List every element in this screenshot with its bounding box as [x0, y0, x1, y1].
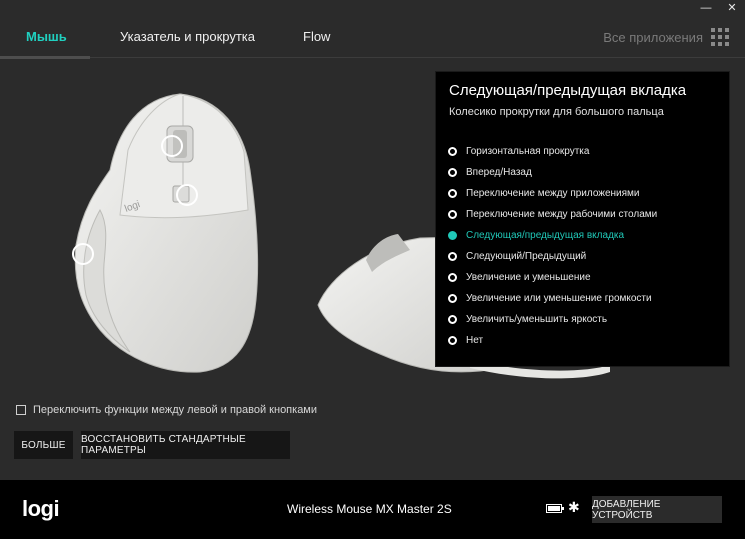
- tab-mouse[interactable]: Мышь: [26, 29, 67, 44]
- radio-icon: [448, 146, 457, 156]
- battery-level: [548, 506, 560, 511]
- swap-buttons-setting[interactable]: Переключить функции между левой и правой…: [16, 404, 317, 416]
- option-brightness[interactable]: Увеличить/уменьшить яркость: [448, 311, 607, 327]
- option-none[interactable]: Нет: [448, 332, 483, 348]
- option-app-switch[interactable]: Переключение между приложениями: [448, 185, 640, 201]
- radio-icon: [448, 251, 457, 261]
- option-forward-back[interactable]: Вперед/Назад: [448, 164, 532, 180]
- radio-icon: [448, 167, 457, 177]
- logi-logo: logi: [22, 496, 60, 521]
- device-name[interactable]: Wireless Mouse MX Master 2S: [287, 502, 452, 516]
- option-volume[interactable]: Увеличение или уменьшение громкости: [448, 290, 652, 306]
- apps-grid-icon[interactable]: [711, 28, 729, 46]
- active-tab-indicator: [0, 56, 90, 59]
- swap-buttons-label: Переключить функции между левой и правой…: [33, 404, 318, 416]
- add-devices-button[interactable]: ДОБАВЛЕНИЕ УСТРОЙСТВ: [592, 496, 722, 523]
- radio-icon: [448, 188, 457, 198]
- radio-selected-icon: [448, 230, 457, 240]
- top-navigation: Мышь Указатель и прокрутка Flow Все прил…: [0, 0, 745, 59]
- option-next-prev-tab[interactable]: Следующая/предыдущая вкладка: [448, 227, 624, 243]
- radio-icon: [448, 314, 457, 324]
- scroll-wheel-hotspot[interactable]: [161, 135, 183, 157]
- option-desktop-switch[interactable]: Переключение между рабочими столами: [448, 206, 657, 222]
- restore-defaults-button[interactable]: ВОССТАНОВИТЬ СТАНДАРТНЫЕ ПАРАМЕТРЫ: [81, 431, 290, 459]
- option-zoom[interactable]: Увеличение и уменьшение: [448, 269, 591, 285]
- radio-icon: [448, 209, 457, 219]
- popup-title: Следующая/предыдущая вкладка: [449, 82, 687, 99]
- popup-subtitle: Колесико прокрутки для большого пальца: [449, 106, 664, 118]
- footer-bar: logi Wireless Mouse MX Master 2S ✱ ДОБАВ…: [0, 480, 745, 539]
- swap-buttons-checkbox[interactable]: [16, 405, 26, 415]
- all-apps-label[interactable]: Все приложения: [603, 30, 703, 45]
- radio-icon: [448, 272, 457, 282]
- option-horizontal-scroll[interactable]: Горизонтальная прокрутка: [448, 143, 589, 159]
- battery-icon: [546, 504, 564, 513]
- option-next-prev-track[interactable]: Следующий/Предыдущий: [448, 248, 586, 264]
- radio-icon: [448, 293, 457, 303]
- tab-pointer-scroll[interactable]: Указатель и прокрутка: [120, 29, 255, 44]
- thumb-wheel-hotspot[interactable]: [72, 243, 94, 265]
- bluetooth-icon: ✱: [568, 499, 580, 515]
- tab-flow[interactable]: Flow: [303, 29, 330, 44]
- more-button[interactable]: БОЛЬШЕ: [14, 431, 73, 459]
- thumbwheel-action-popup: Следующая/предыдущая вкладка Колесико пр…: [435, 71, 730, 367]
- gesture-button-hotspot[interactable]: [176, 184, 198, 206]
- radio-icon: [448, 335, 457, 345]
